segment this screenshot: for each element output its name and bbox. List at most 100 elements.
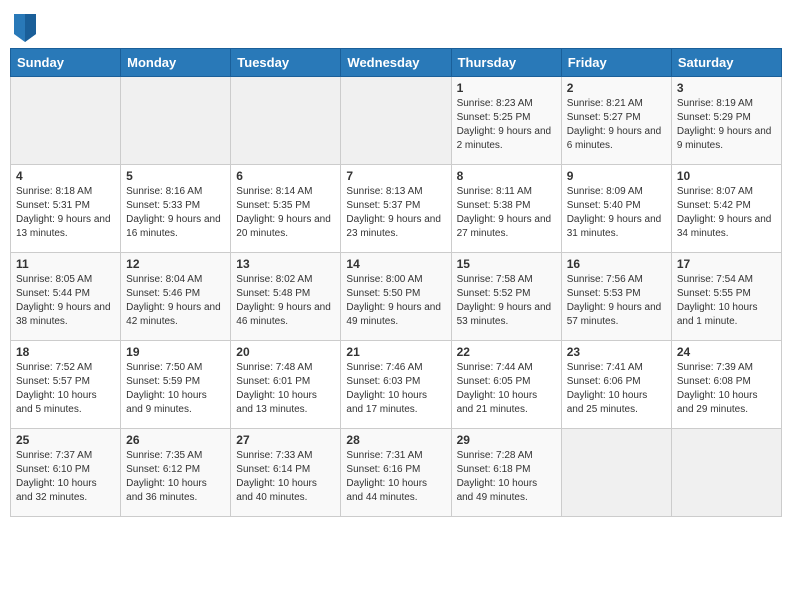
calendar-week-row: 4 Sunrise: 8:18 AM Sunset: 5:31 PM Daylig… (11, 165, 782, 253)
day-info: Sunrise: 7:44 AM Sunset: 6:05 PM Dayligh… (457, 361, 556, 417)
calendar-week-row: 25 Sunrise: 7:37 AM Sunset: 6:10 PM Dayli… (11, 429, 782, 517)
calendar-cell: 14Sunrise: 8:00 AM Sunset: 5:50 PM Dayli… (341, 253, 451, 341)
day-number: 13 (236, 257, 335, 271)
col-header-saturday: Saturday (671, 49, 781, 77)
day-number: 25 (16, 433, 115, 447)
calendar-cell: 2 Sunrise: 8:21 AM Sunset: 5:27 PM Daylig… (561, 77, 671, 165)
calendar-cell: 11 Sunrise: 8:05 AM Sunset: 5:44 PM Dayli… (11, 253, 121, 341)
day-number: 1 (457, 81, 556, 95)
day-info: Sunrise: 8:18 AM Sunset: 5:31 PM Dayligh… (16, 185, 115, 241)
calendar-cell: 26Sunrise: 7:35 AM Sunset: 6:12 PM Dayli… (121, 429, 231, 517)
calendar-cell (561, 429, 671, 517)
day-info: Sunrise: 7:48 AM Sunset: 6:01 PM Dayligh… (236, 361, 335, 417)
day-info: Sunrise: 7:28 AM Sunset: 6:18 PM Dayligh… (457, 449, 556, 505)
calendar-cell: 4 Sunrise: 8:18 AM Sunset: 5:31 PM Daylig… (11, 165, 121, 253)
calendar-header-row: SundayMondayTuesdayWednesdayThursdayFrid… (11, 49, 782, 77)
col-header-tuesday: Tuesday (231, 49, 341, 77)
day-info: Sunrise: 7:31 AM Sunset: 6:16 PM Dayligh… (346, 449, 445, 505)
day-number: 5 (126, 169, 225, 183)
day-number: 14 (346, 257, 445, 271)
day-info: Sunrise: 8:04 AM Sunset: 5:46 PM Dayligh… (126, 273, 225, 329)
day-info: Sunrise: 7:37 AM Sunset: 6:10 PM Dayligh… (16, 449, 115, 505)
col-header-thursday: Thursday (451, 49, 561, 77)
day-number: 23 (567, 345, 666, 359)
day-number: 10 (677, 169, 776, 183)
day-number: 20 (236, 345, 335, 359)
calendar-table: SundayMondayTuesdayWednesdayThursdayFrid… (10, 48, 782, 517)
calendar-cell: 19 Sunrise: 7:50 AM Sunset: 5:59 PM Dayli… (121, 341, 231, 429)
day-number: 12 (126, 257, 225, 271)
day-number: 19 (126, 345, 225, 359)
day-info: Sunrise: 8:09 AM Sunset: 5:40 PM Dayligh… (567, 185, 666, 241)
day-info: Sunrise: 7:54 AM Sunset: 5:55 PM Dayligh… (677, 273, 776, 329)
calendar-cell (341, 77, 451, 165)
col-header-friday: Friday (561, 49, 671, 77)
calendar-cell: 10 Sunrise: 8:07 AM Sunset: 5:42 PM Dayli… (671, 165, 781, 253)
col-header-sunday: Sunday (11, 49, 121, 77)
day-number: 4 (16, 169, 115, 183)
day-number: 29 (457, 433, 556, 447)
calendar-week-row: 18Sunrise: 7:52 AM Sunset: 5:57 PM Dayli… (11, 341, 782, 429)
calendar-cell: 9 Sunrise: 8:09 AM Sunset: 5:40 PM Daylig… (561, 165, 671, 253)
day-info: Sunrise: 8:05 AM Sunset: 5:44 PM Dayligh… (16, 273, 115, 329)
day-number: 15 (457, 257, 556, 271)
day-info: Sunrise: 7:50 AM Sunset: 5:59 PM Dayligh… (126, 361, 225, 417)
calendar-cell: 20 Sunrise: 7:48 AM Sunset: 6:01 PM Dayli… (231, 341, 341, 429)
day-info: Sunrise: 7:46 AM Sunset: 6:03 PM Dayligh… (346, 361, 445, 417)
calendar-cell: 18Sunrise: 7:52 AM Sunset: 5:57 PM Dayli… (11, 341, 121, 429)
day-number: 7 (346, 169, 445, 183)
day-number: 24 (677, 345, 776, 359)
calendar-cell: 12 Sunrise: 8:04 AM Sunset: 5:46 PM Dayli… (121, 253, 231, 341)
calendar-cell: 17 Sunrise: 7:54 AM Sunset: 5:55 PM Dayli… (671, 253, 781, 341)
col-header-wednesday: Wednesday (341, 49, 451, 77)
day-number: 8 (457, 169, 556, 183)
calendar-cell: 13 Sunrise: 8:02 AM Sunset: 5:48 PM Dayli… (231, 253, 341, 341)
day-number: 28 (346, 433, 445, 447)
calendar-cell: 27Sunrise: 7:33 AM Sunset: 6:14 PM Dayli… (231, 429, 341, 517)
day-info: Sunrise: 7:52 AM Sunset: 5:57 PM Dayligh… (16, 361, 115, 417)
day-info: Sunrise: 7:39 AM Sunset: 6:08 PM Dayligh… (677, 361, 776, 417)
day-number: 2 (567, 81, 666, 95)
day-number: 27 (236, 433, 335, 447)
calendar-cell: 24 Sunrise: 7:39 AM Sunset: 6:08 PM Dayli… (671, 341, 781, 429)
calendar-week-row: 1 Sunrise: 8:23 AM Sunset: 5:25 PM Daylig… (11, 77, 782, 165)
day-number: 6 (236, 169, 335, 183)
day-info: Sunrise: 8:14 AM Sunset: 5:35 PM Dayligh… (236, 185, 335, 241)
calendar-cell: 7Sunrise: 8:13 AM Sunset: 5:37 PM Daylig… (341, 165, 451, 253)
calendar-cell: 28 Sunrise: 7:31 AM Sunset: 6:16 PM Dayli… (341, 429, 451, 517)
calendar-cell (11, 77, 121, 165)
day-info: Sunrise: 8:19 AM Sunset: 5:29 PM Dayligh… (677, 97, 776, 153)
day-info: Sunrise: 8:23 AM Sunset: 5:25 PM Dayligh… (457, 97, 556, 153)
calendar-cell: 6 Sunrise: 8:14 AM Sunset: 5:35 PM Daylig… (231, 165, 341, 253)
day-number: 26 (126, 433, 225, 447)
day-info: Sunrise: 8:11 AM Sunset: 5:38 PM Dayligh… (457, 185, 556, 241)
day-number: 17 (677, 257, 776, 271)
day-info: Sunrise: 8:07 AM Sunset: 5:42 PM Dayligh… (677, 185, 776, 241)
calendar-cell: 3 Sunrise: 8:19 AM Sunset: 5:29 PM Daylig… (671, 77, 781, 165)
day-info: Sunrise: 8:02 AM Sunset: 5:48 PM Dayligh… (236, 273, 335, 329)
day-number: 3 (677, 81, 776, 95)
day-number: 16 (567, 257, 666, 271)
calendar-cell: 16 Sunrise: 7:56 AM Sunset: 5:53 PM Dayli… (561, 253, 671, 341)
calendar-week-row: 11 Sunrise: 8:05 AM Sunset: 5:44 PM Dayli… (11, 253, 782, 341)
calendar-cell: 29 Sunrise: 7:28 AM Sunset: 6:18 PM Dayli… (451, 429, 561, 517)
calendar-cell: 25 Sunrise: 7:37 AM Sunset: 6:10 PM Dayli… (11, 429, 121, 517)
calendar-cell (231, 77, 341, 165)
day-number: 9 (567, 169, 666, 183)
day-number: 22 (457, 345, 556, 359)
logo (14, 14, 38, 42)
calendar-cell (121, 77, 231, 165)
calendar-cell: 21 Sunrise: 7:46 AM Sunset: 6:03 PM Dayli… (341, 341, 451, 429)
day-info: Sunrise: 8:21 AM Sunset: 5:27 PM Dayligh… (567, 97, 666, 153)
header (10, 10, 782, 42)
day-number: 11 (16, 257, 115, 271)
calendar-cell: 5 Sunrise: 8:16 AM Sunset: 5:33 PM Daylig… (121, 165, 231, 253)
day-number: 21 (346, 345, 445, 359)
col-header-monday: Monday (121, 49, 231, 77)
calendar-cell: 15Sunrise: 7:58 AM Sunset: 5:52 PM Dayli… (451, 253, 561, 341)
day-info: Sunrise: 8:16 AM Sunset: 5:33 PM Dayligh… (126, 185, 225, 241)
calendar-cell (671, 429, 781, 517)
calendar-cell: 8 Sunrise: 8:11 AM Sunset: 5:38 PM Daylig… (451, 165, 561, 253)
day-info: Sunrise: 7:56 AM Sunset: 5:53 PM Dayligh… (567, 273, 666, 329)
day-info: Sunrise: 7:41 AM Sunset: 6:06 PM Dayligh… (567, 361, 666, 417)
